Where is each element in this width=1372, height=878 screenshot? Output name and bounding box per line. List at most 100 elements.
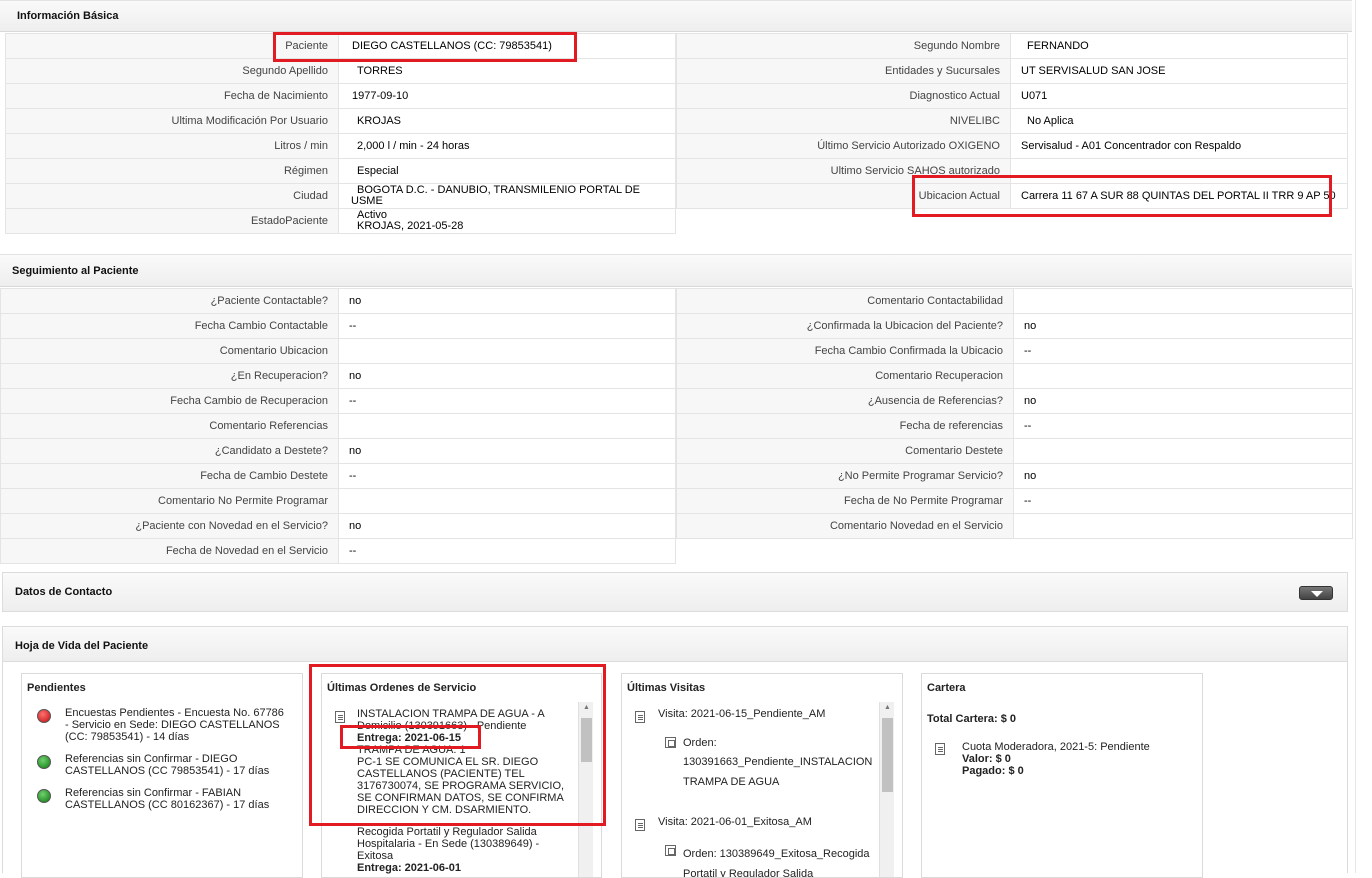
field-label: ¿Ausencia de Referencias?	[676, 388, 1014, 414]
hoja-section-title: Hoja de Vida del Paciente	[15, 640, 149, 652]
visitas-scrollbar[interactable]: ▲	[879, 702, 895, 877]
field-value: UT SERVISALUD SAN JOSE	[1010, 58, 1348, 84]
field-value: FERNANDO	[1010, 33, 1348, 59]
table-row: Último Servicio Autorizado OXIGENO Servis…	[676, 133, 1348, 159]
order-delivery-date: Entrega: 2021-06-15	[357, 732, 465, 744]
field-label: Comentario Referencias	[0, 413, 339, 439]
field-value: 1977-09-10	[338, 83, 676, 109]
field-label: NIVELIBC	[676, 108, 1011, 134]
table-row: Paciente DIEGO CASTELLANOS (CC: 79853541)	[5, 33, 676, 59]
field-label: ¿Paciente Contactable?	[0, 288, 339, 314]
field-value: --	[338, 388, 676, 414]
field-label: Fecha de referencias	[676, 413, 1014, 439]
seguimiento-section-title: Seguimiento al Paciente	[12, 265, 139, 277]
field-label: Comentario Destete	[676, 438, 1014, 464]
order-delivery-date: Entrega: 2021-06-01	[357, 862, 461, 874]
field-label: Fecha de No Permite Programar	[676, 488, 1014, 514]
ordenes-title: Últimas Ordenes de Servicio	[327, 682, 477, 694]
scrollbar-thumb[interactable]	[581, 718, 592, 762]
seguimiento-table-left: ¿Paciente Contactable? no Fecha Cambio Co…	[0, 288, 676, 564]
order-title[interactable]: INSTALACION TRAMPA DE AGUA - A Domicilio…	[357, 708, 562, 732]
field-label: Fecha Cambio de Recuperacion	[0, 388, 339, 414]
table-row: Entidades y Sucursales UT SERVISALUD SAN …	[676, 58, 1348, 84]
table-row: ¿Candidato a Destete? no	[0, 438, 676, 464]
field-value: no	[338, 438, 676, 464]
visitas-panel: Últimas Visitas Visita: 2021-06-15_Pendi…	[621, 673, 903, 878]
order-icon	[665, 845, 676, 856]
table-row: Comentario Destete	[676, 438, 1353, 464]
field-value: --	[1013, 413, 1353, 439]
table-row: Régimen Especial	[5, 158, 676, 184]
hoja-section-header: Hoja de Vida del Paciente	[2, 626, 1348, 662]
document-icon	[635, 819, 645, 831]
field-value: no	[338, 363, 676, 389]
field-value: No Aplica	[1010, 108, 1348, 134]
table-row: Fecha de Novedad en el Servicio --	[0, 538, 676, 564]
field-label: Fecha de Nacimiento	[5, 83, 339, 109]
document-icon	[635, 711, 645, 723]
current-location-value: Carrera 11 67 A SUR 88 QUINTAS DEL PORTA…	[1010, 183, 1348, 209]
table-row: Fecha Cambio de Recuperacion --	[0, 388, 676, 414]
table-row: ¿Ausencia de Referencias? no	[676, 388, 1353, 414]
field-value: 2,000 l / min - 24 horas	[338, 133, 676, 159]
pending-item[interactable]: Referencias sin Confirmar - FABIAN CASTE…	[65, 787, 290, 811]
field-value: KROJAS	[338, 108, 676, 134]
contacto-section-header[interactable]: Datos de Contacto	[2, 572, 1348, 612]
table-row: Ultimo Servicio SAHOS autorizado	[676, 158, 1348, 184]
page-scrollbar[interactable]	[1355, 0, 1372, 873]
field-label: Ciudad	[5, 183, 339, 209]
table-row: ¿En Recuperacion? no	[0, 363, 676, 389]
contacto-section-title: Datos de Contacto	[15, 586, 113, 598]
field-value	[1013, 288, 1353, 314]
visit-title[interactable]: Visita: 2021-06-01_Exitosa_AM	[658, 816, 812, 828]
scrollbar-thumb[interactable]	[882, 718, 893, 792]
field-value	[338, 338, 676, 364]
table-row: Fecha Cambio Contactable --	[0, 313, 676, 339]
field-label: Litros / min	[5, 133, 339, 159]
table-row: Diagnostico Actual U071	[676, 83, 1348, 109]
ordenes-list: INSTALACION TRAMPA DE AGUA - A Domicilio…	[322, 702, 577, 877]
field-label: ¿Confirmada la Ubicacion del Paciente?	[676, 313, 1014, 339]
field-value: no	[338, 513, 676, 539]
visit-order[interactable]: 130391663_Pendiente_INSTALACION TRAMPA D…	[683, 752, 875, 792]
cuota-pagado: Pagado: $ 0	[962, 765, 1024, 777]
table-row: ¿Confirmada la Ubicacion del Paciente? no	[676, 313, 1353, 339]
table-row: ¿Paciente Contactable? no	[0, 288, 676, 314]
scroll-up-icon[interactable]: ▲	[880, 702, 895, 714]
field-value	[1013, 438, 1353, 464]
field-value: --	[1013, 338, 1353, 364]
status-green-icon	[37, 789, 51, 803]
field-label: Entidades y Sucursales	[676, 58, 1011, 84]
field-value	[338, 413, 676, 439]
table-row: Ultima Modificación Por Usuario KROJAS	[5, 108, 676, 134]
chevron-down-icon[interactable]	[1299, 586, 1333, 600]
table-row: Fecha de Cambio Destete --	[0, 463, 676, 489]
field-value: Servisalud - A01 Concentrador con Respal…	[1010, 133, 1348, 159]
visitas-list: Visita: 2021-06-15_Pendiente_AM Orden: 1…	[622, 702, 878, 877]
cartera-title: Cartera	[927, 682, 966, 694]
table-row: Segundo Nombre FERNANDO	[676, 33, 1348, 59]
field-value: --	[338, 463, 676, 489]
field-label: Comentario No Permite Programar	[0, 488, 339, 514]
ordenes-panel: Últimas Ordenes de Servicio INSTALACION …	[321, 673, 602, 878]
ordenes-scrollbar[interactable]: ▲	[578, 702, 594, 877]
pending-item[interactable]: Referencias sin Confirmar - DIEGO CASTEL…	[65, 753, 290, 777]
field-label: Paciente	[5, 33, 339, 59]
field-value	[1010, 158, 1348, 184]
field-label: ¿Candidato a Destete?	[0, 438, 339, 464]
table-row: Fecha Cambio Confirmada la Ubicacio --	[676, 338, 1353, 364]
order-title[interactable]: Recogida Portatil y Regulador Salida Hos…	[357, 826, 562, 862]
order-notes: PC-1 SE COMUNICA EL SR. DIEGO CASTELLANO…	[357, 756, 565, 816]
visit-title[interactable]: Visita: 2021-06-15_Pendiente_AM	[658, 708, 825, 720]
field-label: Ultima Modificación Por Usuario	[5, 108, 339, 134]
field-value: --	[1013, 488, 1353, 514]
field-label: Diagnostico Actual	[676, 83, 1011, 109]
pending-item[interactable]: Encuestas Pendientes - Encuesta No. 6778…	[65, 707, 290, 743]
table-row: Comentario Ubicacion	[0, 338, 676, 364]
field-value: U071	[1010, 83, 1348, 109]
table-row: Comentario Novedad en el Servicio	[676, 513, 1353, 539]
patient-status-meta: KROJAS, 2021-05-28	[357, 220, 464, 232]
table-row: Fecha de No Permite Programar --	[676, 488, 1353, 514]
scroll-up-icon[interactable]: ▲	[579, 702, 594, 714]
seguimiento-section-header: Seguimiento al Paciente	[0, 254, 1352, 287]
